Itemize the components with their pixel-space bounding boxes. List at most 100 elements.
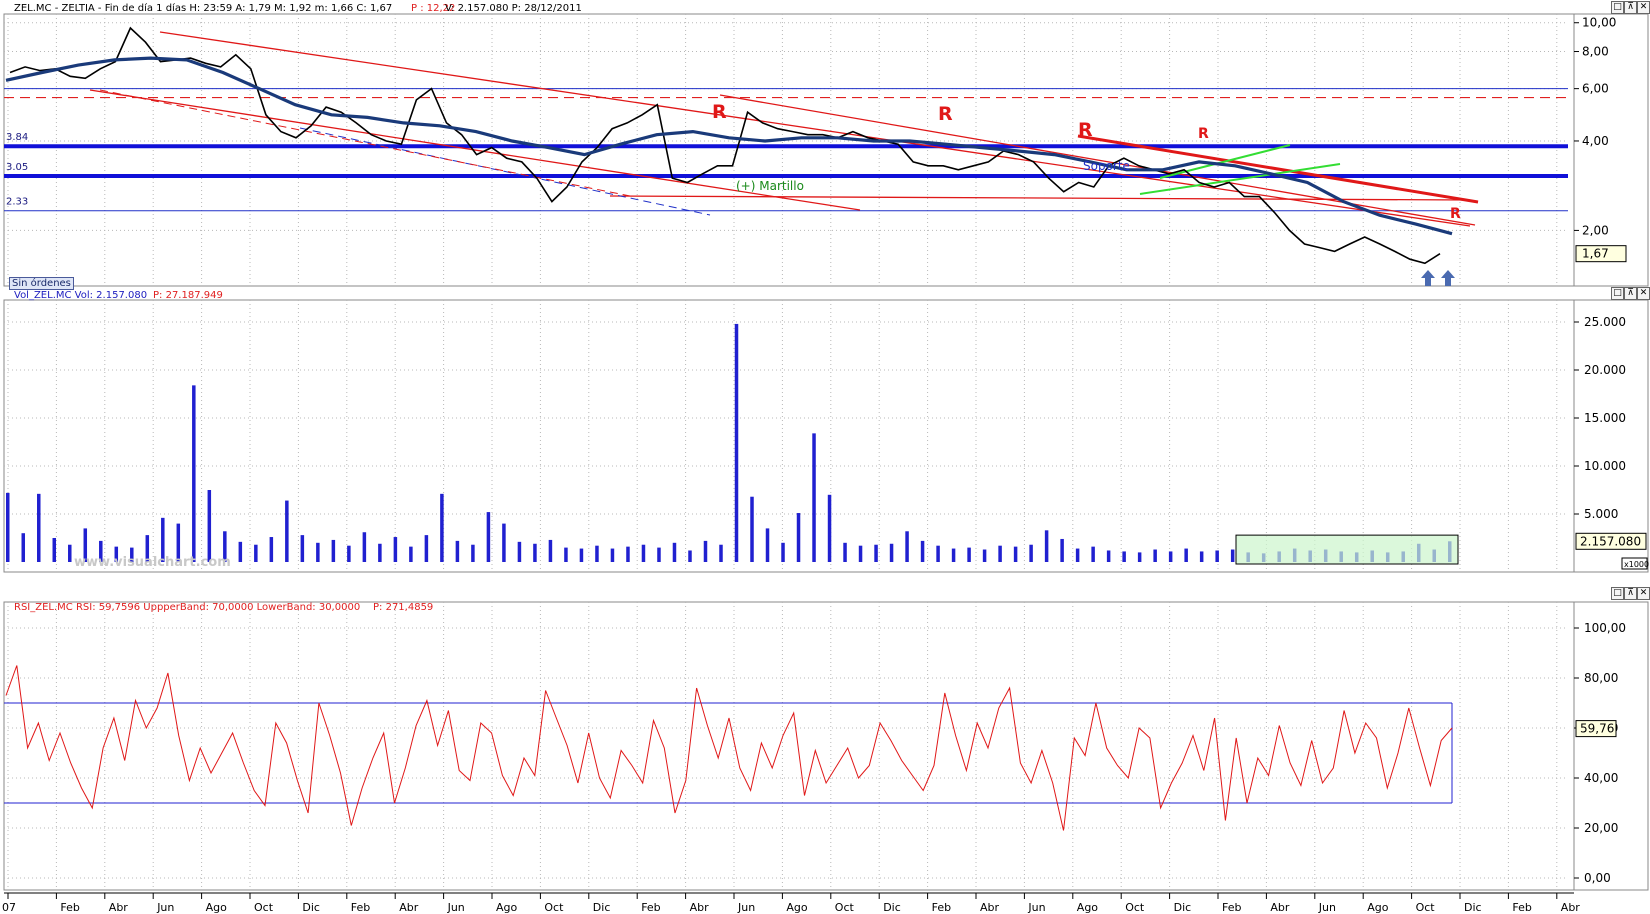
volume-bar <box>238 541 243 562</box>
resistance-marker: R <box>938 103 953 125</box>
volume-bar <box>192 385 196 562</box>
multiplier-label: x1000 <box>1624 560 1649 569</box>
volume-bar <box>471 544 475 562</box>
resistance-marker: R <box>1078 119 1093 141</box>
y-tick-label: 10,00 <box>1582 16 1616 30</box>
x-tick-label: Jun <box>447 901 465 914</box>
volume-bar <box>734 323 739 562</box>
minimize-button[interactable]: ⊼ <box>1624 287 1637 300</box>
x-tick-label: Oct <box>1416 901 1436 914</box>
volume-bar <box>595 545 599 562</box>
volume-bar <box>502 523 506 562</box>
volume-bar <box>889 543 894 562</box>
volume-bar <box>688 550 692 562</box>
volume-bar <box>21 533 26 562</box>
volume-bar <box>858 545 863 562</box>
volume-bar <box>672 542 677 562</box>
volume-bar <box>703 540 708 562</box>
x-tick-label: Feb <box>60 901 79 914</box>
x-tick-label: Jun <box>1027 901 1045 914</box>
volume-highlight-box <box>1235 534 1459 565</box>
volume-bar <box>331 539 336 562</box>
close-button[interactable]: ✕ <box>1637 587 1650 600</box>
maximize-button[interactable]: □ <box>1611 587 1624 600</box>
y-tick-label: 25.000 <box>1584 315 1626 329</box>
volume-bar <box>610 548 615 562</box>
close-button[interactable]: ✕ <box>1637 1 1650 14</box>
volume-bar <box>579 548 584 562</box>
volume-bar <box>362 532 367 562</box>
volume-bar <box>393 537 398 562</box>
volume-bar <box>455 540 460 562</box>
x-tick-label: Feb <box>351 901 370 914</box>
chart-canvas: 10,00 8,00 6,00 4,00 2,00 3.84 3.05 2.33 R R R R R (+… <box>2 2 1649 914</box>
resistance-marker: R <box>1450 206 1461 222</box>
volume-bar <box>378 543 382 562</box>
last-volume-value: 2.157.080 <box>1580 534 1641 548</box>
x-tick-label: Abr <box>1270 901 1290 914</box>
x-tick-label: Abr <box>399 901 419 914</box>
x-tick-label: Dic <box>302 901 320 914</box>
y-tick-label: 40,00 <box>1584 771 1618 785</box>
x-tick-label: Ago <box>1367 901 1389 914</box>
rsi-header-p: P: 271,4859 <box>373 602 433 613</box>
volume-bar <box>1137 552 1142 562</box>
volume-bar <box>982 549 987 562</box>
y-tick-label: 15.000 <box>1584 411 1626 425</box>
x-tick-label: Jun <box>737 901 755 914</box>
volume-header: Vol_ZEL.MC Vol: 2.157.080 <box>14 290 147 301</box>
volume-bar <box>486 512 491 562</box>
volume-bar <box>1230 549 1235 562</box>
x-tick-label: Jun <box>156 901 174 914</box>
y-tick-label: 20,00 <box>1584 821 1618 835</box>
volume-bar <box>533 543 537 562</box>
sin-ordenes-button[interactable]: Sin órdenes <box>9 277 74 290</box>
volume-bar <box>564 547 568 562</box>
panel-frame <box>3 601 1575 891</box>
x-tick-label: Oct <box>1125 901 1145 914</box>
volume-bar <box>812 433 816 562</box>
volume-bar <box>951 548 956 562</box>
volume-bar <box>440 493 444 562</box>
minimize-button[interactable]: ⊼ <box>1624 1 1637 14</box>
volume-bar <box>424 535 429 562</box>
x-tick-label: Abr <box>1561 901 1581 914</box>
maximize-button[interactable]: □ <box>1611 1 1624 14</box>
panel-frame <box>3 299 1575 573</box>
volume-bar <box>254 544 258 562</box>
x-tick-label: Ago <box>1077 901 1099 914</box>
volume-bar <box>269 537 274 562</box>
volume-bar <box>781 542 785 562</box>
volume-bar <box>37 493 41 562</box>
x-tick-label: Ago <box>496 901 518 914</box>
x-tick-label: Abr <box>980 901 1000 914</box>
x-tick-label: Feb <box>1512 901 1531 914</box>
level-label: 3.05 <box>6 162 28 173</box>
volume-bar <box>967 547 971 562</box>
y-tick-label: 8,00 <box>1582 45 1609 59</box>
axis-frame <box>1573 299 1649 573</box>
y-tick-label: 0,00 <box>1584 871 1611 885</box>
maximize-button[interactable]: □ <box>1611 287 1624 300</box>
support-annotation: Soporte <box>1083 159 1130 173</box>
last-rsi-value: 59,76 <box>1580 722 1614 736</box>
x-tick-label: Jun <box>1318 901 1336 914</box>
volume-bar <box>1215 550 1219 562</box>
x-tick-label: Dic <box>593 901 611 914</box>
volume-bar <box>548 539 553 562</box>
y-tick-label: 6,00 <box>1582 82 1609 96</box>
volume-bar <box>1168 551 1173 562</box>
volume-bar <box>52 538 57 562</box>
resistance-marker: R <box>712 101 727 123</box>
x-tick-label: Oct <box>835 901 855 914</box>
volume-bar <box>920 540 925 562</box>
volume-bar <box>285 500 289 562</box>
close-button[interactable]: ✕ <box>1637 287 1650 300</box>
x-tick-label: Dic <box>1464 901 1482 914</box>
minimize-button[interactable]: ⊼ <box>1624 587 1637 600</box>
y-tick-label: 4,00 <box>1582 134 1609 148</box>
x-tick-label: Ago <box>786 901 808 914</box>
y-tick-label: 100,00 <box>1584 621 1626 635</box>
volume-bar <box>517 541 522 562</box>
volume-bar <box>207 490 212 562</box>
